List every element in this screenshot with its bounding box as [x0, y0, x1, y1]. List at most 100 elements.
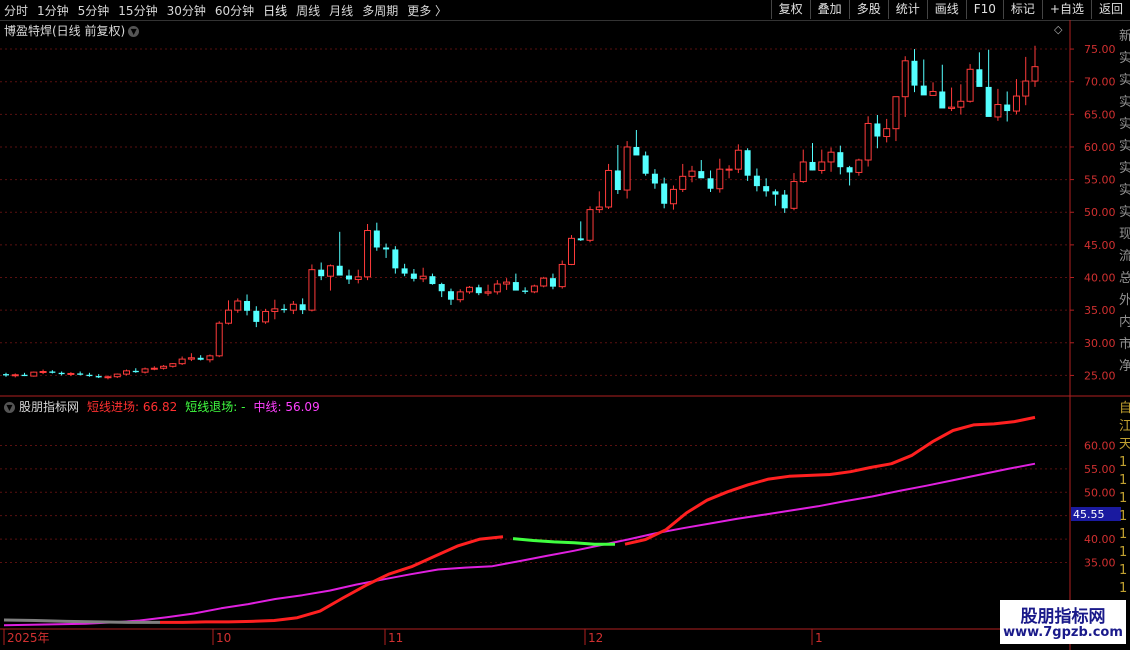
candle-body — [410, 273, 417, 279]
candle-body — [948, 106, 956, 109]
right-strip-char: 净 — [1119, 359, 1130, 374]
mid-line — [3, 462, 1036, 627]
candle-body — [150, 367, 158, 370]
indicator-strip-char: 1 — [1119, 509, 1127, 524]
indicator-strip-char: 1 — [1119, 581, 1127, 596]
candle-body — [837, 152, 844, 168]
candle-body — [438, 284, 445, 292]
candle-body — [679, 175, 687, 190]
candle-body — [540, 277, 548, 287]
right-strip-char: 总 — [1119, 271, 1130, 286]
right-strip-char: 现 — [1119, 227, 1130, 242]
candle-body — [1031, 66, 1039, 82]
candle-body — [530, 285, 538, 293]
candle-body — [401, 268, 408, 274]
candle-body — [308, 269, 316, 311]
candle-body — [855, 159, 863, 173]
candle-body — [901, 60, 909, 98]
indicator-strip-char: 1 — [1119, 527, 1127, 542]
candle-body — [160, 365, 168, 369]
right-strip-char: 实 — [1119, 161, 1130, 176]
candle-body — [698, 171, 705, 179]
candle-body — [392, 249, 399, 269]
candle-body — [67, 372, 75, 375]
candle-body — [716, 168, 724, 190]
price-axis-label: 45.00 — [1084, 239, 1116, 252]
candle-body — [224, 309, 232, 324]
candle-body — [187, 357, 195, 360]
indicator-name[interactable]: 股朋指标网 — [19, 400, 79, 414]
right-strip-char: 实 — [1119, 95, 1130, 110]
candle-body — [373, 230, 380, 248]
candle-body — [253, 310, 260, 322]
short-entry-line-2 — [624, 415, 1036, 546]
candle-body — [86, 374, 93, 377]
candle-body — [234, 300, 242, 311]
candle-body — [354, 276, 362, 280]
right-strip-char: 实 — [1119, 183, 1130, 198]
indicator-strip-char: 自 — [1119, 401, 1130, 416]
candle-body — [725, 168, 733, 171]
candle-body — [262, 310, 270, 323]
candle-body — [892, 96, 900, 130]
right-strip-char: 内 — [1119, 314, 1130, 330]
kline-chart[interactable]: 75.00 70.00 65.00 60.00 55.00 50.00 45.00 40.00… — [0, 0, 1130, 650]
candle-body — [669, 188, 677, 205]
indicator-strip-char: 1 — [1119, 545, 1127, 560]
indicator-strip-char: 1 — [1119, 563, 1127, 578]
indicator-strip-char: 1 — [1119, 491, 1127, 506]
candle-body — [809, 161, 816, 171]
watermark-title: 股朋指标网 — [1020, 607, 1106, 627]
chevron-down-icon[interactable]: ▼ — [4, 402, 15, 413]
indicator-axis-label: 50.00 — [1084, 486, 1116, 499]
candle-body — [688, 170, 696, 177]
candle-body — [11, 374, 19, 377]
candle-body — [21, 374, 28, 377]
candle-body — [299, 304, 306, 311]
candle-body — [586, 209, 594, 241]
candle-body — [753, 175, 760, 187]
candle-body — [326, 265, 334, 277]
right-strip-char: 流 — [1119, 249, 1130, 264]
candle-body — [567, 237, 575, 265]
candle-body — [642, 155, 649, 174]
short-entry-label: 短线进场: 66.82 — [87, 400, 178, 414]
right-strip-char: 实 — [1119, 51, 1130, 66]
candle-body — [818, 161, 826, 171]
candle-body — [920, 85, 927, 96]
candle-body — [336, 265, 343, 276]
candle-body — [558, 263, 566, 288]
indicator-axis-label: 40.00 — [1084, 533, 1116, 546]
current-value-label: 45.55 — [1073, 508, 1105, 521]
candle-body — [113, 373, 121, 378]
candle-body — [651, 173, 658, 184]
candle-body — [141, 368, 149, 373]
candle-body — [30, 371, 38, 377]
candle-body — [484, 291, 492, 294]
candle-body — [132, 370, 139, 373]
candle-body — [3, 374, 9, 376]
indicator-axis-label: 60.00 — [1084, 439, 1116, 452]
candle-body — [466, 286, 474, 293]
candle-body — [169, 363, 177, 367]
price-axis-label: 60.00 — [1084, 141, 1116, 154]
indicator-strip-char: 天 — [1119, 437, 1130, 452]
candle-body — [911, 60, 918, 86]
indicator-axis-label: 55.00 — [1084, 463, 1116, 476]
candle-body — [206, 355, 214, 361]
candle-body — [178, 358, 186, 365]
candle-body — [39, 371, 47, 374]
x-axis-label: 11 — [388, 631, 403, 645]
indicator-strip-char: 1 — [1119, 473, 1127, 488]
x-axis-label: 2025年 — [7, 631, 50, 645]
indicator-strip-char: 1 — [1119, 455, 1127, 470]
candle-body — [95, 376, 102, 378]
candle-body — [772, 191, 779, 195]
candle-body — [346, 275, 352, 280]
right-strip-char: 实 — [1119, 73, 1130, 88]
candle-body — [966, 68, 974, 102]
candle-body — [976, 69, 983, 87]
candle-body — [799, 161, 807, 183]
right-strip-char: 实 — [1119, 205, 1130, 220]
candle-body — [595, 206, 603, 211]
